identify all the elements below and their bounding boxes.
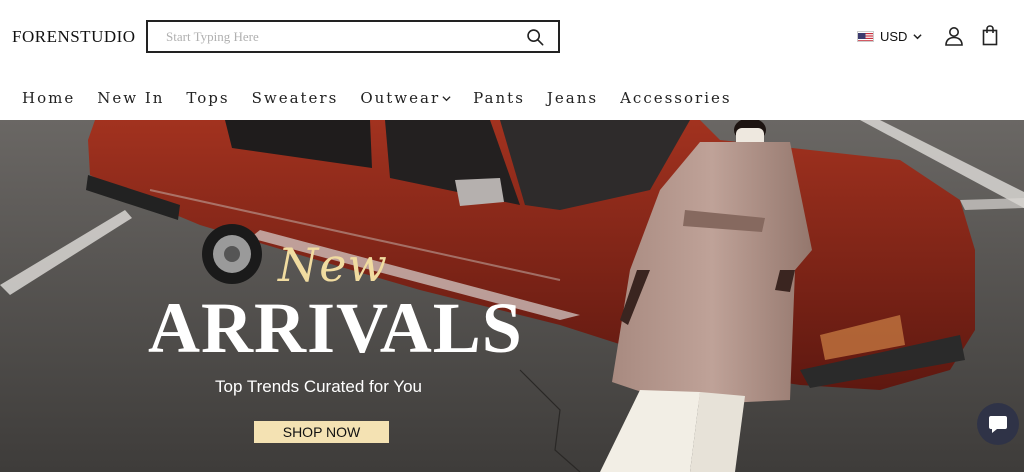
nav-item-jeans[interactable]: Jeans [547,89,598,107]
site-header: FORENSTUDIO USD [0,0,1024,120]
shop-now-button[interactable]: SHOP NOW [254,421,389,443]
search-icon[interactable] [526,28,544,46]
chat-icon [989,416,1007,433]
hero-main-title: ARRIVALS [148,288,523,368]
nav-item-pants[interactable]: Pants [473,89,525,107]
hero-subtitle: Top Trends Curated for You [215,377,422,396]
chevron-down-icon [913,33,923,39]
hero-banner[interactable]: New ARRIVALS Top Trends Curated for You … [0,120,1024,472]
brand-logo[interactable]: FORENSTUDIO [12,27,136,47]
shopping-bag-icon[interactable] [982,25,998,46]
us-flag-icon [857,30,874,42]
nav-item-outwear[interactable]: Outwear [360,89,451,107]
hero-script-title: New [278,238,388,292]
nav-item-home[interactable]: Home [22,89,75,107]
nav-item-new-in[interactable]: New In [97,89,164,107]
search-input[interactable] [148,22,508,51]
currency-label: USD [880,28,908,44]
main-nav: Home New In Tops Sweaters Outwear Pants … [22,89,754,107]
chat-button[interactable] [977,403,1019,445]
chevron-down-icon [442,95,451,101]
nav-item-label: Outwear [360,89,441,107]
user-icon[interactable] [944,26,964,46]
nav-item-accessories[interactable]: Accessories [620,89,731,107]
currency-selector[interactable]: USD [857,27,923,45]
search-bar [146,20,560,53]
nav-item-sweaters[interactable]: Sweaters [252,89,339,107]
nav-item-tops[interactable]: Tops [186,89,229,107]
